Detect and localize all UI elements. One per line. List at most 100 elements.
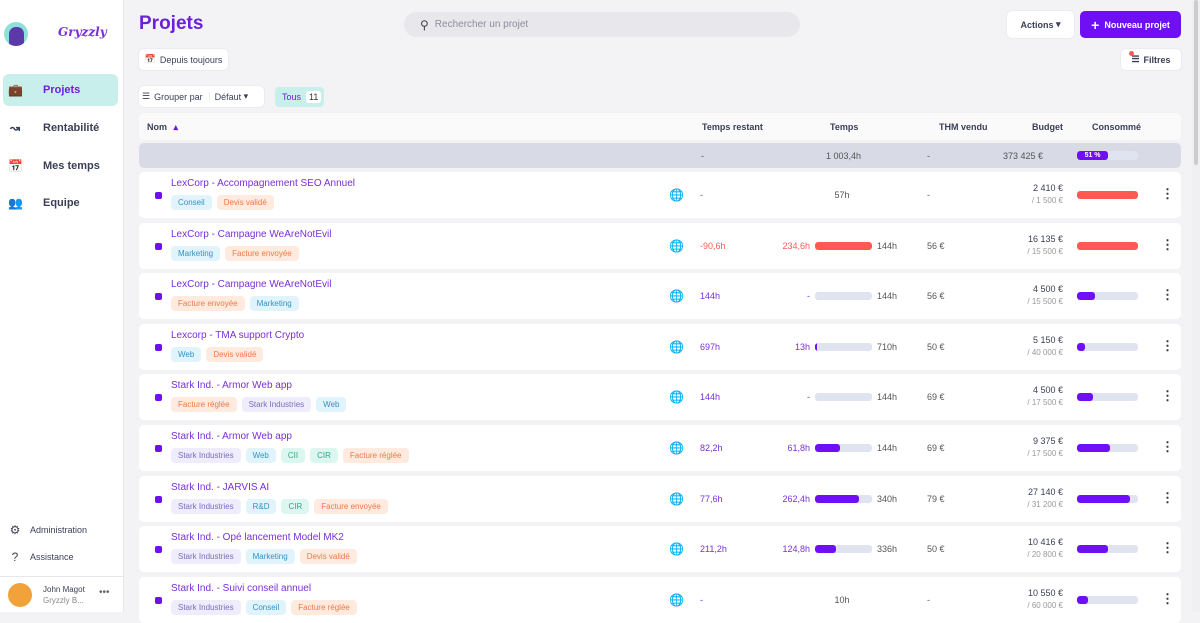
col-time[interactable]: Temps	[830, 122, 858, 132]
period-button[interactable]: 📅 Depuis toujours	[139, 49, 228, 70]
table-row[interactable]: Stark Ind. - Suivi conseil annuel Stark …	[139, 576, 1181, 623]
tag: Web	[171, 346, 202, 362]
plus-icon: +	[1091, 16, 1100, 33]
sidebar-item-assistance[interactable]: ? Assistance	[3, 547, 118, 567]
time-total: 336h	[877, 544, 898, 555]
sidebar: Gryzzly 💼 Projets ↝ Rentabilité 📅 Mes temps…	[0, 0, 124, 612]
more-vertical-icon[interactable]: ⋮	[1161, 490, 1174, 506]
tag: Stark Industries	[241, 397, 312, 413]
status-dot	[155, 546, 162, 554]
tag: Facture réglée	[342, 448, 409, 463]
tag: Conseil	[245, 599, 287, 615]
project-name[interactable]: LexCorp - Accompagnement SEO Annuel	[171, 178, 355, 189]
user-org: Gryzzly B...	[43, 596, 84, 605]
status-dot	[155, 293, 162, 301]
tag: CIR	[281, 498, 310, 514]
col-remaining[interactable]: Temps restant	[702, 122, 763, 132]
time-total: 57h	[834, 190, 850, 200]
tag: Devis validé	[299, 549, 357, 565]
scrollbar[interactable]	[1192, 0, 1200, 612]
tag: Facture envoyée	[314, 498, 388, 514]
sidebar-item-equipe[interactable]: 👥 Equipe	[3, 187, 118, 219]
more-vertical-icon[interactable]: ⋮	[1161, 591, 1174, 607]
tag: Marketing	[245, 549, 295, 565]
more-vertical-icon[interactable]: ⋮	[1161, 287, 1174, 303]
sort-asc-icon: ▴	[173, 122, 179, 132]
more-icon[interactable]: •••	[99, 587, 110, 598]
budget-consumed: 2 410 €	[1032, 183, 1063, 193]
tag-list: Facture envoyée Marketing	[171, 296, 299, 312]
tag: Web	[245, 448, 276, 463]
sidebar-item-rentabilite[interactable]: ↝ Rentabilité	[3, 112, 118, 144]
budget-total: / 17 500 €	[1027, 449, 1063, 458]
tag: Marketing	[171, 245, 221, 261]
consumed-progress-bar	[1077, 595, 1138, 604]
budget-total: / 15 500 €	[1027, 246, 1063, 256]
caret-down-icon: ▾	[243, 91, 249, 101]
user-name: John Magot	[43, 585, 85, 594]
caret-down-icon: ▾	[1056, 19, 1061, 29]
filter-icon: ☰	[1129, 51, 1140, 65]
table-row[interactable]: LexCorp - Campagne WeAreNotEvil Facture …	[139, 273, 1181, 320]
sidebar-item-projets[interactable]: 💼 Projets	[3, 74, 118, 106]
tag: Web	[316, 397, 347, 413]
filter-all-tab[interactable]: Tous 11	[275, 87, 324, 107]
table-row[interactable]: Lexcorp - TMA support Crypto Web Devis va…	[139, 323, 1181, 370]
budget-consumed: 4 500 €	[1032, 284, 1063, 295]
sidebar-item-administration[interactable]: ⚙ Administration	[3, 520, 118, 540]
group-by-select[interactable]: ☰ Grouper par Défaut ▾	[139, 86, 264, 107]
user-menu[interactable]: John Magot Gryzzly B... •••	[0, 576, 124, 612]
col-budget[interactable]: Budget	[1032, 122, 1063, 132]
project-name[interactable]: Stark Ind. - JARVIS AI	[171, 482, 269, 493]
globe-icon: 🌐	[669, 441, 684, 455]
thm-value: 56 €	[927, 291, 945, 302]
time-progress-bar	[815, 494, 872, 503]
more-vertical-icon[interactable]: ⋮	[1161, 186, 1174, 202]
total-budget: 373 425 €	[1002, 151, 1043, 161]
table-row[interactable]: Stark Ind. - Opé lancement Model MK2 Sta…	[139, 526, 1181, 573]
globe-icon: 🌐	[669, 491, 684, 506]
more-vertical-icon[interactable]: ⋮	[1161, 540, 1174, 556]
tag: Facture réglée	[171, 397, 237, 413]
search-input[interactable]: ⚲ Rechercher un projet	[404, 12, 800, 37]
table-row[interactable]: Stark Ind. - Armor Web app Facture réglé…	[139, 374, 1181, 421]
time-progress-bar	[815, 444, 872, 452]
calendar-icon: 📅	[8, 159, 23, 173]
col-name[interactable]: Nom ▴	[147, 122, 178, 133]
project-name[interactable]: Lexcorp - TMA support Crypto	[171, 330, 304, 341]
actions-label: Actions	[1020, 19, 1054, 30]
project-name[interactable]: Stark Ind. - Opé lancement Model MK2	[171, 532, 344, 543]
more-vertical-icon[interactable]: ⋮	[1161, 388, 1174, 404]
new-project-button[interactable]: + Nouveau projet	[1080, 11, 1181, 38]
sidebar-item-mes-temps[interactable]: 📅 Mes temps	[3, 150, 118, 182]
consumed-progress-bar	[1077, 191, 1138, 199]
project-name[interactable]: Stark Ind. - Suivi conseil annuel	[171, 583, 311, 594]
time-remaining: -	[700, 594, 703, 605]
actions-button[interactable]: Actions ▾	[1007, 11, 1074, 38]
project-name[interactable]: LexCorp - Campagne WeAreNotEvil	[171, 229, 331, 240]
table-row[interactable]: Stark Ind. - JARVIS AI Stark Industries R…	[139, 475, 1181, 522]
col-thm[interactable]: THM vendu	[939, 122, 988, 132]
col-consumed[interactable]: Consommé	[1092, 122, 1141, 132]
time-progress-bar	[815, 545, 872, 554]
total-consumed-label: 51 %	[1077, 151, 1109, 160]
more-vertical-icon[interactable]: ⋮	[1161, 338, 1174, 354]
team-icon: 👥	[8, 196, 23, 210]
total-remaining: -	[701, 151, 704, 161]
status-dot	[155, 495, 162, 503]
more-vertical-icon[interactable]: ⋮	[1161, 237, 1174, 253]
time-total: 10h	[834, 594, 850, 605]
table-row[interactable]: Stark Ind. - Armor Web app Stark Industr…	[139, 425, 1181, 471]
project-name[interactable]: Stark Ind. - Armor Web app	[171, 380, 292, 391]
total-time: 1 003,4h	[826, 151, 862, 161]
total-consumed-bar: 51 %	[1077, 151, 1138, 160]
tag-list: Stark Industries R&D CIR Facture envoyée	[171, 498, 388, 514]
filters-button[interactable]: ☰ Filtres	[1121, 49, 1181, 70]
table-row[interactable]: LexCorp - Accompagnement SEO Annuel Cons…	[139, 172, 1181, 218]
table-row[interactable]: LexCorp - Campagne WeAreNotEvil Marketin…	[139, 222, 1181, 269]
project-name[interactable]: LexCorp - Campagne WeAreNotEvil	[171, 279, 331, 290]
project-name[interactable]: Stark Ind. - Armor Web app	[171, 431, 292, 442]
more-vertical-icon[interactable]: ⋮	[1161, 439, 1174, 455]
time-remaining: -90,6h	[700, 240, 726, 251]
time-remaining: 82,2h	[700, 443, 723, 453]
